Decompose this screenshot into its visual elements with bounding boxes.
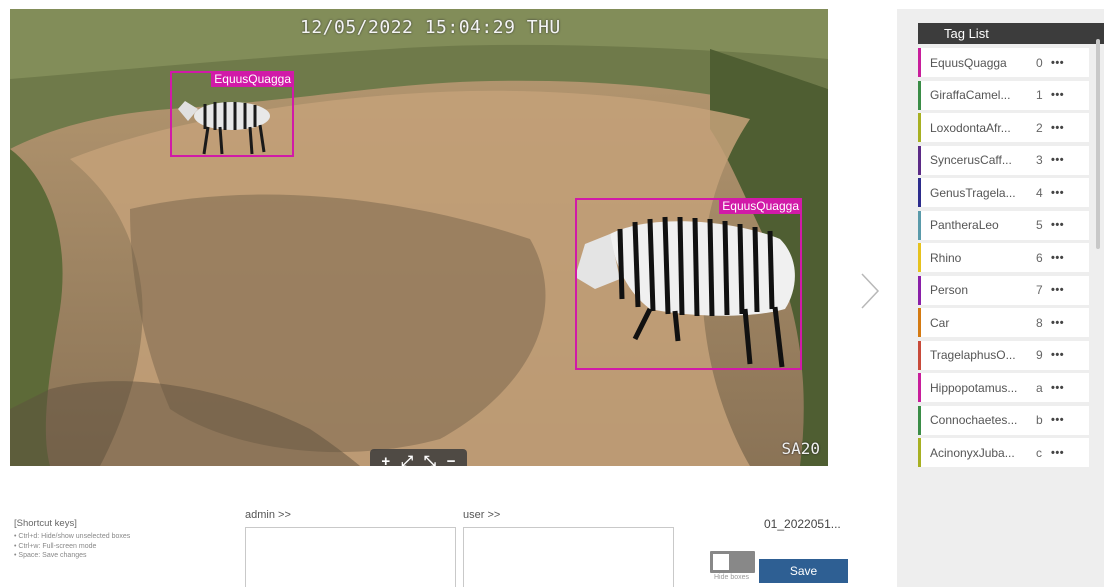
user-comment-field[interactable] [463,527,674,587]
tag-name: Car [930,315,950,330]
detection-label: EquusQuagga [719,198,802,214]
shortcut-title: [Shortcut keys] [14,518,77,529]
more-options-icon[interactable]: ••• [1051,57,1064,69]
tag-item[interactable]: SyncerusCaff... 3 ••• [918,145,1089,175]
tag-item[interactable]: TragelaphusO... 9 ••• [918,340,1089,370]
tag-item[interactable]: GiraffaCamel... 1 ••• [918,80,1089,110]
tag-item[interactable]: Person 7 ••• [918,275,1089,305]
tag-list-scrollbar[interactable] [1096,39,1100,249]
hide-boxes-label: Hide boxes [714,574,750,581]
tag-color-marker [918,243,921,272]
image-filename: 01_2022051... [764,517,841,531]
more-options-icon[interactable]: ••• [1051,89,1064,101]
tag-shortcut-key: 6 [1036,250,1043,265]
more-options-icon[interactable]: ••• [1051,219,1064,231]
tag-shortcut-key: a [1036,380,1043,395]
tag-item[interactable]: Car 8 ••• [918,308,1089,337]
tag-color-marker [918,48,921,77]
shortcut-help: [Shortcut keys] Ctrl+d: Hide/show unsele… [14,518,130,561]
more-options-icon[interactable]: ••• [1051,317,1064,329]
admin-comment-label: admin >> [245,509,291,521]
detection-label: EquusQuagga [211,71,294,87]
tag-name: AcinonyxJuba... [930,445,1015,460]
tag-color-marker [918,308,921,337]
annotation-app: 12/05/2022 15:04:29 THU SA20 EquusQuagga… [0,0,1104,587]
more-options-icon[interactable]: ••• [1051,284,1064,296]
more-options-icon[interactable]: ••• [1051,382,1064,394]
shortcut-item: Ctrl+d: Hide/show unselected boxes [14,532,130,542]
zoom-toolbar: + ⤢ ⤡ − [370,449,467,466]
hide-boxes-toggle[interactable] [710,551,755,573]
camera-watermark: SA20 [781,439,820,458]
tag-shortcut-key: 4 [1036,185,1043,200]
tag-shortcut-key: 1 [1036,88,1043,102]
shortcut-item: Space: Save changes [14,551,130,561]
tag-shortcut-key: 8 [1036,315,1043,330]
tag-item[interactable]: Hippopotamus... a ••• [918,373,1089,402]
tag-name: Rhino [930,250,962,265]
tag-color-marker [918,438,921,467]
shortcut-item: Ctrl+w: Full-screen mode [14,542,130,552]
tag-item[interactable]: PantheraLeo 5 ••• [918,210,1089,240]
tag-shortcut-key: b [1036,413,1043,427]
save-button[interactable]: Save [759,559,848,583]
tag-color-marker [918,373,921,402]
tag-item[interactable]: GenusTragela... 4 ••• [918,178,1089,207]
fit-screen-icon[interactable]: ⤡ [424,453,436,466]
tag-item[interactable]: Rhino 6 ••• [918,243,1089,272]
admin-comment-field[interactable] [245,527,456,587]
more-options-icon[interactable]: ••• [1051,154,1064,166]
tag-item[interactable]: EquusQuagga 0 ••• [918,48,1089,77]
tag-color-marker [918,405,921,435]
more-options-icon[interactable]: ••• [1051,349,1064,361]
tag-name: EquusQuagga [930,55,1007,70]
tag-color-marker [918,80,921,110]
tag-color-marker [918,275,921,305]
camera-timestamp: 12/05/2022 15:04:29 THU [300,17,561,38]
tag-list-title: Tag List [918,23,1104,44]
more-options-icon[interactable]: ••• [1051,187,1064,199]
tag-name: Hippopotamus... [930,380,1018,395]
tag-color-marker [918,210,921,240]
detection-box[interactable]: EquusQuagga [575,198,802,370]
next-image-icon[interactable] [858,271,882,311]
tag-name: TragelaphusO... [930,348,1016,362]
user-comment-label: user >> [463,509,501,521]
tag-panel: Tag List EquusQuagga 0 ••• GiraffaCamel... 1… [897,9,1104,587]
more-options-icon[interactable]: ••• [1051,414,1064,426]
tag-item[interactable]: Connochaetes... b ••• [918,405,1089,435]
tag-name: LoxodontaAfr... [930,120,1011,135]
tag-color-marker [918,145,921,175]
tag-name: GiraffaCamel... [930,88,1011,102]
tag-shortcut-key: 9 [1036,348,1043,362]
detection-box[interactable]: EquusQuagga [170,71,294,157]
expand-icon[interactable]: ⤢ [401,453,413,466]
tag-name: SyncerusCaff... [930,153,1012,167]
more-options-icon[interactable]: ••• [1051,447,1064,459]
zoom-out-icon[interactable]: − [447,453,456,466]
tag-shortcut-key: 0 [1036,55,1043,70]
tag-color-marker [918,340,921,370]
tag-name: GenusTragela... [930,185,1016,200]
zoom-in-icon[interactable]: + [381,453,390,466]
more-options-icon[interactable]: ••• [1051,122,1064,134]
tag-name: PantheraLeo [930,218,999,232]
tag-color-marker [918,178,921,207]
image-viewer[interactable]: 12/05/2022 15:04:29 THU SA20 EquusQuagga… [10,9,828,466]
tag-shortcut-key: 3 [1036,153,1043,167]
tag-item[interactable]: AcinonyxJuba... c ••• [918,438,1089,467]
tag-color-marker [918,113,921,142]
tag-shortcut-key: 2 [1036,120,1043,135]
tag-shortcut-key: c [1036,445,1042,460]
tag-item[interactable]: LoxodontaAfr... 2 ••• [918,113,1089,142]
more-options-icon[interactable]: ••• [1051,252,1064,264]
toggle-knob [713,554,729,570]
tag-list: EquusQuagga 0 ••• GiraffaCamel... 1 ••• Loxodo… [918,48,1089,471]
tag-name: Person [930,283,969,297]
tag-shortcut-key: 5 [1036,218,1043,232]
tag-shortcut-key: 7 [1036,283,1043,297]
tag-name: Connochaetes... [930,413,1018,427]
